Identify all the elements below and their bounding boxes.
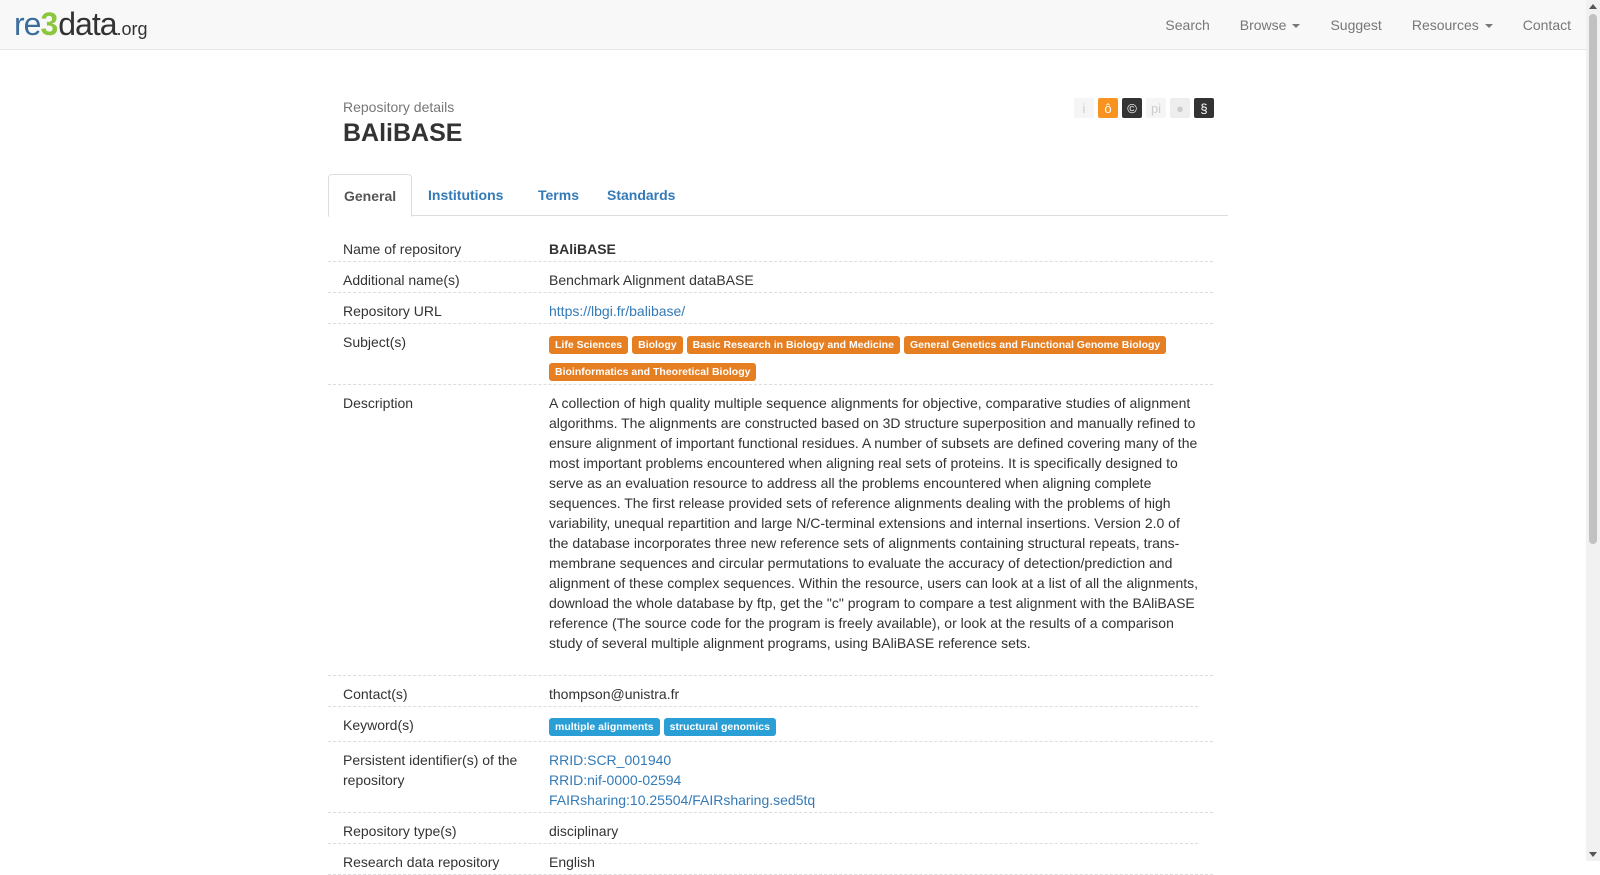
row-label: Subject(s) xyxy=(343,334,407,350)
nav-contact-label: Contact xyxy=(1522,17,1571,33)
row-label: Contact(s) xyxy=(343,686,408,702)
tab-terms[interactable]: Terms xyxy=(523,174,594,216)
row-label: Additional name(s) xyxy=(343,272,460,288)
nav-search-label: Search xyxy=(1165,17,1210,33)
row-label: Repository URL xyxy=(343,303,442,319)
repository-language: English xyxy=(549,854,595,870)
page-subtitle: Repository details xyxy=(343,99,455,115)
subject-tag[interactable]: Biology xyxy=(632,336,683,354)
row-label: Name of repository xyxy=(343,241,462,257)
info-icon[interactable]: i xyxy=(1074,98,1094,118)
logo-re: re xyxy=(14,6,41,42)
repository-url-link[interactable]: https://lbgi.fr/balibase/ xyxy=(549,303,685,319)
navbar: re3data.org Search Browse Suggest Resour… xyxy=(0,0,1586,50)
scroll-up-arrow-icon[interactable] xyxy=(1589,4,1597,9)
table-row: Research data repository English xyxy=(328,844,1213,875)
table-row: Name of repository BAliBASE xyxy=(328,231,1213,262)
pid-list: RRID:SCR_001940 RRID:nif-0000-02594 FAIR… xyxy=(549,742,1213,812)
nav-links: Search Browse Suggest Resources Contact xyxy=(1150,0,1586,50)
keyword-tag[interactable]: multiple alignments xyxy=(549,718,660,736)
scrollbar[interactable] xyxy=(1586,0,1600,861)
page-title: BAliBASE xyxy=(343,119,463,147)
tab-institutions[interactable]: Institutions xyxy=(413,174,518,216)
row-label: Keyword(s) xyxy=(343,717,414,733)
tab-standards[interactable]: Standards xyxy=(592,174,690,216)
pid-icon[interactable]: pi xyxy=(1146,98,1166,118)
table-row: Subject(s) Life Sciences Biology Basic Res… xyxy=(328,324,1213,385)
repository-name: BAliBASE xyxy=(549,241,616,257)
subject-tags: Life Sciences Biology Basic Research in Bi… xyxy=(549,324,1213,384)
scrollbar-thumb[interactable] xyxy=(1589,14,1597,544)
policy-icon[interactable]: § xyxy=(1194,98,1214,118)
logo-data: data xyxy=(58,6,117,42)
nav-resources-label: Resources xyxy=(1411,17,1479,33)
subject-tag[interactable]: General Genetics and Functional Genome B… xyxy=(903,336,1167,354)
certificate-icon[interactable]: ● xyxy=(1170,98,1190,118)
table-row: Persistent identifier(s) of the reposito… xyxy=(328,742,1213,813)
keyword-tag[interactable]: structural genomics xyxy=(663,718,776,736)
contact-email: thompson@unistra.fr xyxy=(549,686,680,702)
repository-type: disciplinary xyxy=(549,823,619,839)
row-label: Description xyxy=(343,395,414,411)
nav-suggest[interactable]: Suggest xyxy=(1315,0,1396,50)
scroll-down-arrow-icon[interactable] xyxy=(1589,852,1597,857)
table-row: Additional name(s) Benchmark Alignment d… xyxy=(328,262,1213,293)
nav-contact[interactable]: Contact xyxy=(1508,0,1586,50)
url-cell: https://lbgi.fr/balibase/ xyxy=(549,293,1213,323)
nav-resources[interactable]: Resources xyxy=(1397,0,1508,50)
table-row: Repository type(s) disciplinary xyxy=(328,813,1198,844)
caret-down-icon xyxy=(1484,24,1493,29)
logo-org: .org xyxy=(116,19,148,39)
row-label: Research data repository xyxy=(343,854,500,870)
repository-badges: i ô © pi ● § xyxy=(1074,98,1218,118)
subject-tag[interactable]: Life Sciences xyxy=(549,336,629,354)
description-text: A collection of high quality multiple se… xyxy=(549,395,1199,651)
table-row: Keyword(s) multiple alignments structural… xyxy=(328,707,1213,742)
pid-link[interactable]: FAIRsharing:10.25504/FAIRsharing.sed5tq xyxy=(549,790,1198,810)
nav-browse-label: Browse xyxy=(1239,17,1287,33)
subject-tag[interactable]: Basic Research in Biology and Medicine xyxy=(686,336,900,354)
table-row: Description A collection of high quality… xyxy=(328,385,1213,676)
row-label: Repository type(s) xyxy=(343,823,457,839)
tab-bar: General Institutions Terms Standards xyxy=(328,174,1228,217)
nav-search[interactable]: Search xyxy=(1150,0,1224,50)
site-logo[interactable]: re3data.org xyxy=(14,6,148,42)
row-label: Persistent identifier(s) of the reposito… xyxy=(343,752,518,788)
keyword-tags: multiple alignments structural genomics xyxy=(549,707,1213,741)
nav-suggest-label: Suggest xyxy=(1330,17,1382,33)
details-table: Name of repository BAliBASE Additional n… xyxy=(328,231,1213,875)
subject-tag[interactable]: Bioinformatics and Theoretical Biology xyxy=(549,363,757,381)
table-row: Repository URL https://lbgi.fr/balibase/ xyxy=(328,293,1213,324)
logo-three: 3 xyxy=(40,6,59,42)
open-access-icon[interactable]: ô xyxy=(1098,98,1118,118)
nav-browse[interactable]: Browse xyxy=(1225,0,1316,50)
pid-link[interactable]: RRID:nif-0000-02594 xyxy=(549,770,1198,790)
additional-name: Benchmark Alignment dataBASE xyxy=(549,272,754,288)
tab-general[interactable]: General xyxy=(328,174,413,217)
caret-down-icon xyxy=(1292,24,1301,29)
copyright-icon[interactable]: © xyxy=(1122,98,1142,118)
pid-link[interactable]: RRID:SCR_001940 xyxy=(549,750,1198,770)
table-row: Contact(s) thompson@unistra.fr xyxy=(328,676,1198,707)
